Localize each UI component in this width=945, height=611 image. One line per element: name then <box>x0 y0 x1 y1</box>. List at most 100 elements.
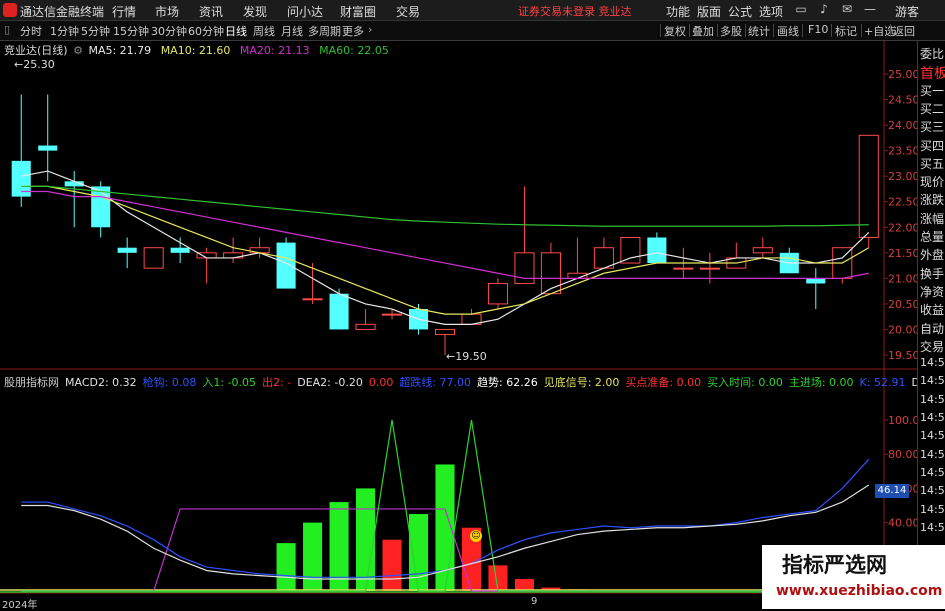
btn-huaxian[interactable]: 画线 <box>777 23 799 39</box>
price-tick-label: 23.50 <box>888 145 917 158</box>
toolbar-divider <box>773 24 774 37</box>
menu-caifuquan[interactable]: 财富圈 <box>340 3 376 20</box>
tab-weekly[interactable]: 周线 <box>253 23 275 39</box>
toolbar-divider <box>660 24 661 37</box>
indicator-legend-item: DEA2: -0.20 <box>297 376 363 389</box>
menu-gongneng[interactable]: 功能 <box>666 3 690 20</box>
btn-fuquan[interactable]: 复权 <box>664 23 686 39</box>
side-panel-item: 14:56 <box>920 374 945 388</box>
tab-5min[interactable]: 5分钟 <box>81 23 110 39</box>
tab-30min[interactable]: 30分钟 <box>151 23 187 39</box>
chevron-right-icon[interactable]: › <box>368 23 372 36</box>
period-toolbar: ▯ 分时 1分钟 5分钟 15分钟 30分钟 60分钟 日线 周线 月线 多周期… <box>0 21 945 41</box>
btn-biaoji[interactable]: 标记 <box>835 23 857 39</box>
candle-body <box>673 267 694 270</box>
btn-back[interactable]: 返回 <box>893 23 915 39</box>
btn-f10[interactable]: F10 <box>808 23 828 36</box>
chart-grid <box>0 41 917 609</box>
tab-daily[interactable]: 日线 <box>225 23 247 39</box>
menu-faxian[interactable]: 发现 <box>243 3 267 20</box>
indicator-bar <box>514 579 534 591</box>
side-panel-item: 首板 <box>920 66 945 83</box>
candle-body <box>117 247 137 253</box>
menu-jiaoyi[interactable]: 交易 <box>396 3 420 20</box>
toolbar-divider <box>689 24 690 37</box>
side-panel-item: 14:56 <box>920 447 945 461</box>
indicator-legend-item: 枪钩: 0.08 <box>142 376 197 389</box>
login-warning[interactable]: 证券交易未登录 竞业达 <box>518 3 632 19</box>
menu-zixun[interactable]: 资讯 <box>199 3 223 20</box>
side-panel-item: 涨跌 <box>920 193 945 208</box>
ma20-label: MA20: 21.13 <box>239 44 310 57</box>
tab-1min[interactable]: 1分钟 <box>50 23 79 39</box>
candle-body <box>540 252 561 295</box>
chart-background <box>0 41 917 609</box>
candle-body <box>699 267 720 270</box>
menu-wenxiaoda[interactable]: 问小达 <box>287 3 323 20</box>
btn-duogu[interactable]: 多股 <box>720 23 742 39</box>
watermark-url: www.xuezhibiao.com <box>776 583 943 599</box>
high-price-marker: ←25.30 <box>14 58 55 71</box>
kline-chart[interactable]: 25.00 24.50 24.00 23.50 23.00 22.50 22.00 21.50… <box>0 41 917 609</box>
tab-more[interactable]: 更多 <box>342 23 364 39</box>
ma5-label: MA5: 21.79 <box>88 44 152 57</box>
watermark-title: 指标严选网 <box>782 553 887 577</box>
indicator-bar <box>408 514 429 591</box>
side-panel-item: 14:56 <box>920 429 945 443</box>
price-tick-label: 21.00 <box>888 272 917 285</box>
menu-hangqing[interactable]: 行情 <box>112 3 136 20</box>
toolbar-menu-icon[interactable]: ▯ <box>4 23 14 36</box>
settings-icon[interactable]: ⚙ <box>73 44 83 57</box>
tab-60min[interactable]: 60分钟 <box>188 23 224 39</box>
side-panel-item: 自动 <box>920 321 945 336</box>
guest-label[interactable]: 游客 <box>895 3 919 20</box>
side-panel-item: 买五 <box>920 156 945 171</box>
menu-shichang[interactable]: 市场 <box>155 3 179 20</box>
candle-body <box>858 134 879 238</box>
current-value-box: 46.14 <box>875 484 909 498</box>
stock-label[interactable]: 竞业达(日线) <box>4 44 68 57</box>
menu-banmian[interactable]: 版面 <box>697 3 721 20</box>
toolbar-divider <box>802 24 803 37</box>
btn-diejia[interactable]: 叠加 <box>692 23 714 39</box>
indicator-tick-label: 100.0 <box>888 414 917 427</box>
toolbar-divider <box>861 24 862 37</box>
price-tick-label: 22.00 <box>888 221 917 234</box>
menu-xuanxiang[interactable]: 选项 <box>759 3 783 20</box>
candle-body <box>752 247 773 254</box>
price-legend: 竞业达(日线) ⚙ MA5: 21.79 MA10: 21.60 MA20: 2… <box>4 42 395 58</box>
indicator-legend-item: 股朋指标网 <box>4 376 59 389</box>
side-panel-item: 14:56 <box>920 502 945 516</box>
side-panel-item: 14:56 <box>920 356 945 370</box>
mail-icon[interactable]: ✉ <box>840 2 854 16</box>
quote-side-panel: 委比首板买一买二买三买四买五现价涨跌涨幅总量外盘换手净资收益自动交易 14:56 1… <box>917 41 945 609</box>
ma60-label: MA60: 22.05 <box>319 44 389 57</box>
tab-15min[interactable]: 15分钟 <box>113 23 149 39</box>
price-tick-label: 21.50 <box>888 247 917 260</box>
toolbar-divider <box>717 24 718 37</box>
minimize-icon[interactable]: — <box>863 2 877 16</box>
price-tick-label: 24.00 <box>888 119 917 132</box>
price-tick-label: 24.50 <box>888 94 917 107</box>
candle-body <box>143 247 164 269</box>
bell-icon[interactable]: ♪ <box>817 2 831 16</box>
screen-icon[interactable]: ▭ <box>794 2 808 16</box>
menu-gongshi[interactable]: 公式 <box>728 3 752 20</box>
tab-monthly[interactable]: 月线 <box>281 23 303 39</box>
price-tick-label: 19.50 <box>888 349 917 362</box>
btn-tongji[interactable]: 统计 <box>748 23 770 39</box>
indicator-legend-item: MACD2: 0.32 <box>65 376 137 389</box>
candle-body <box>355 323 376 330</box>
candle-body <box>620 236 641 264</box>
indicator-bar <box>303 522 323 591</box>
tab-fenshi[interactable]: 分时 <box>20 23 42 39</box>
candle-body <box>806 278 826 284</box>
side-panel-item: 买三 <box>920 120 945 135</box>
side-panel-item: 净资 <box>920 284 945 299</box>
side-panel-item: 买一 <box>920 83 945 98</box>
side-panel-item: 收益 <box>920 303 945 318</box>
candle-body <box>381 313 403 316</box>
toolbar-divider <box>831 24 832 37</box>
indicator-legend-item: 主进场: 0.00 <box>788 376 854 389</box>
tab-multi-period[interactable]: 多周期 <box>308 23 341 39</box>
